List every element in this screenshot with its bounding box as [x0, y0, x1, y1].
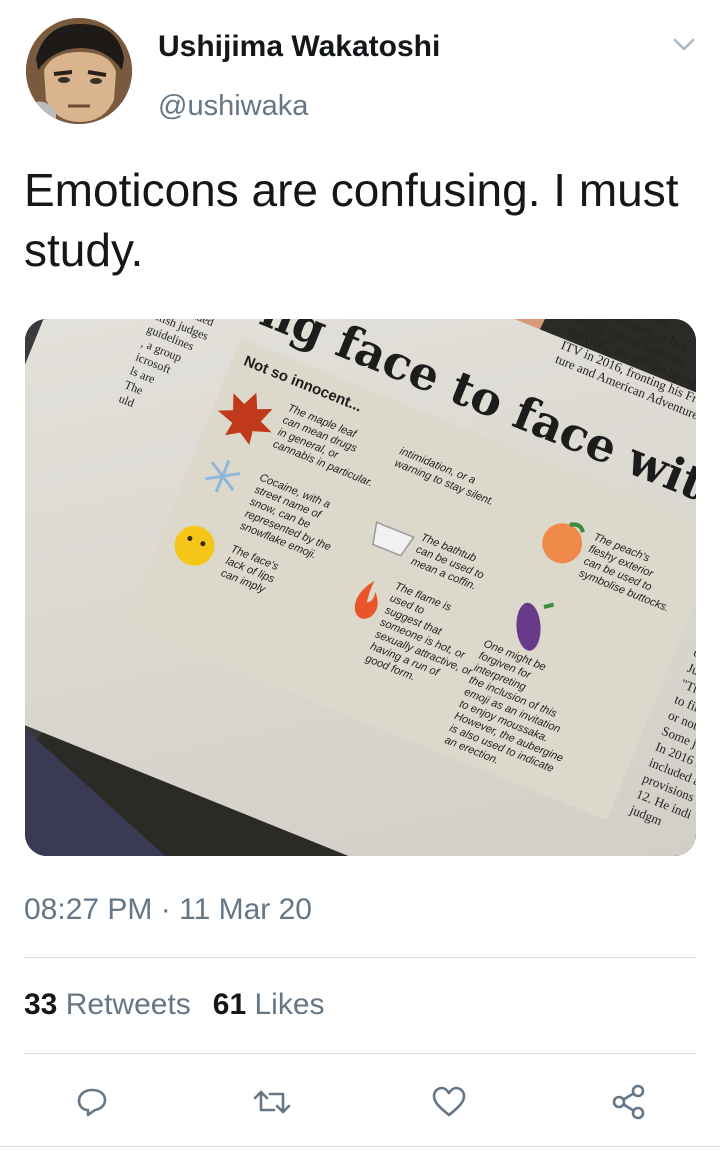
share-icon: [612, 1084, 645, 1120]
tweet-stats: 33 Retweets 61 Likes: [24, 988, 325, 1022]
avatar[interactable]: [26, 18, 132, 124]
share-button[interactable]: [607, 1080, 651, 1124]
likes-stat[interactable]: 61 Likes: [213, 988, 325, 1021]
divider: [24, 957, 696, 958]
avatar-illustration: [26, 18, 132, 124]
tweet-photo[interactable]: ng face to face with sym Not so innocent…: [25, 319, 696, 856]
tweet-date: 11 Mar 20: [179, 893, 312, 926]
retweets-count: 33: [24, 988, 58, 1021]
likes-label: Likes: [254, 988, 325, 1021]
tweet-time: 08:27 PM: [24, 893, 153, 926]
display-name[interactable]: Ushijima Wakatoshi: [158, 30, 440, 64]
reply-icon: [77, 1088, 107, 1117]
action-bar: [0, 1080, 720, 1124]
likes-count: 61: [212, 988, 247, 1021]
timestamp-separator: ·: [160, 893, 171, 926]
user-handle[interactable]: @ushiwaka: [158, 90, 308, 123]
bottom-divider: [0, 1146, 720, 1147]
chevron-down-icon[interactable]: [672, 36, 696, 54]
tweet-timestamp[interactable]: 08:27 PM · 11 Mar 20: [24, 893, 312, 927]
retweets-label: Retweets: [65, 988, 191, 1021]
reply-button[interactable]: [70, 1080, 114, 1124]
tweet-text: Emoticons are confusing. I must study.: [24, 164, 679, 276]
newspaper-photo: ng face to face with sym Not so innocent…: [25, 319, 696, 856]
heart-icon: [432, 1086, 466, 1117]
divider: [24, 1053, 696, 1054]
retweet-button[interactable]: [250, 1080, 294, 1124]
retweets-stat[interactable]: 33 Retweets: [24, 988, 191, 1021]
retweet-icon: [253, 1090, 291, 1114]
like-button[interactable]: [427, 1080, 471, 1124]
